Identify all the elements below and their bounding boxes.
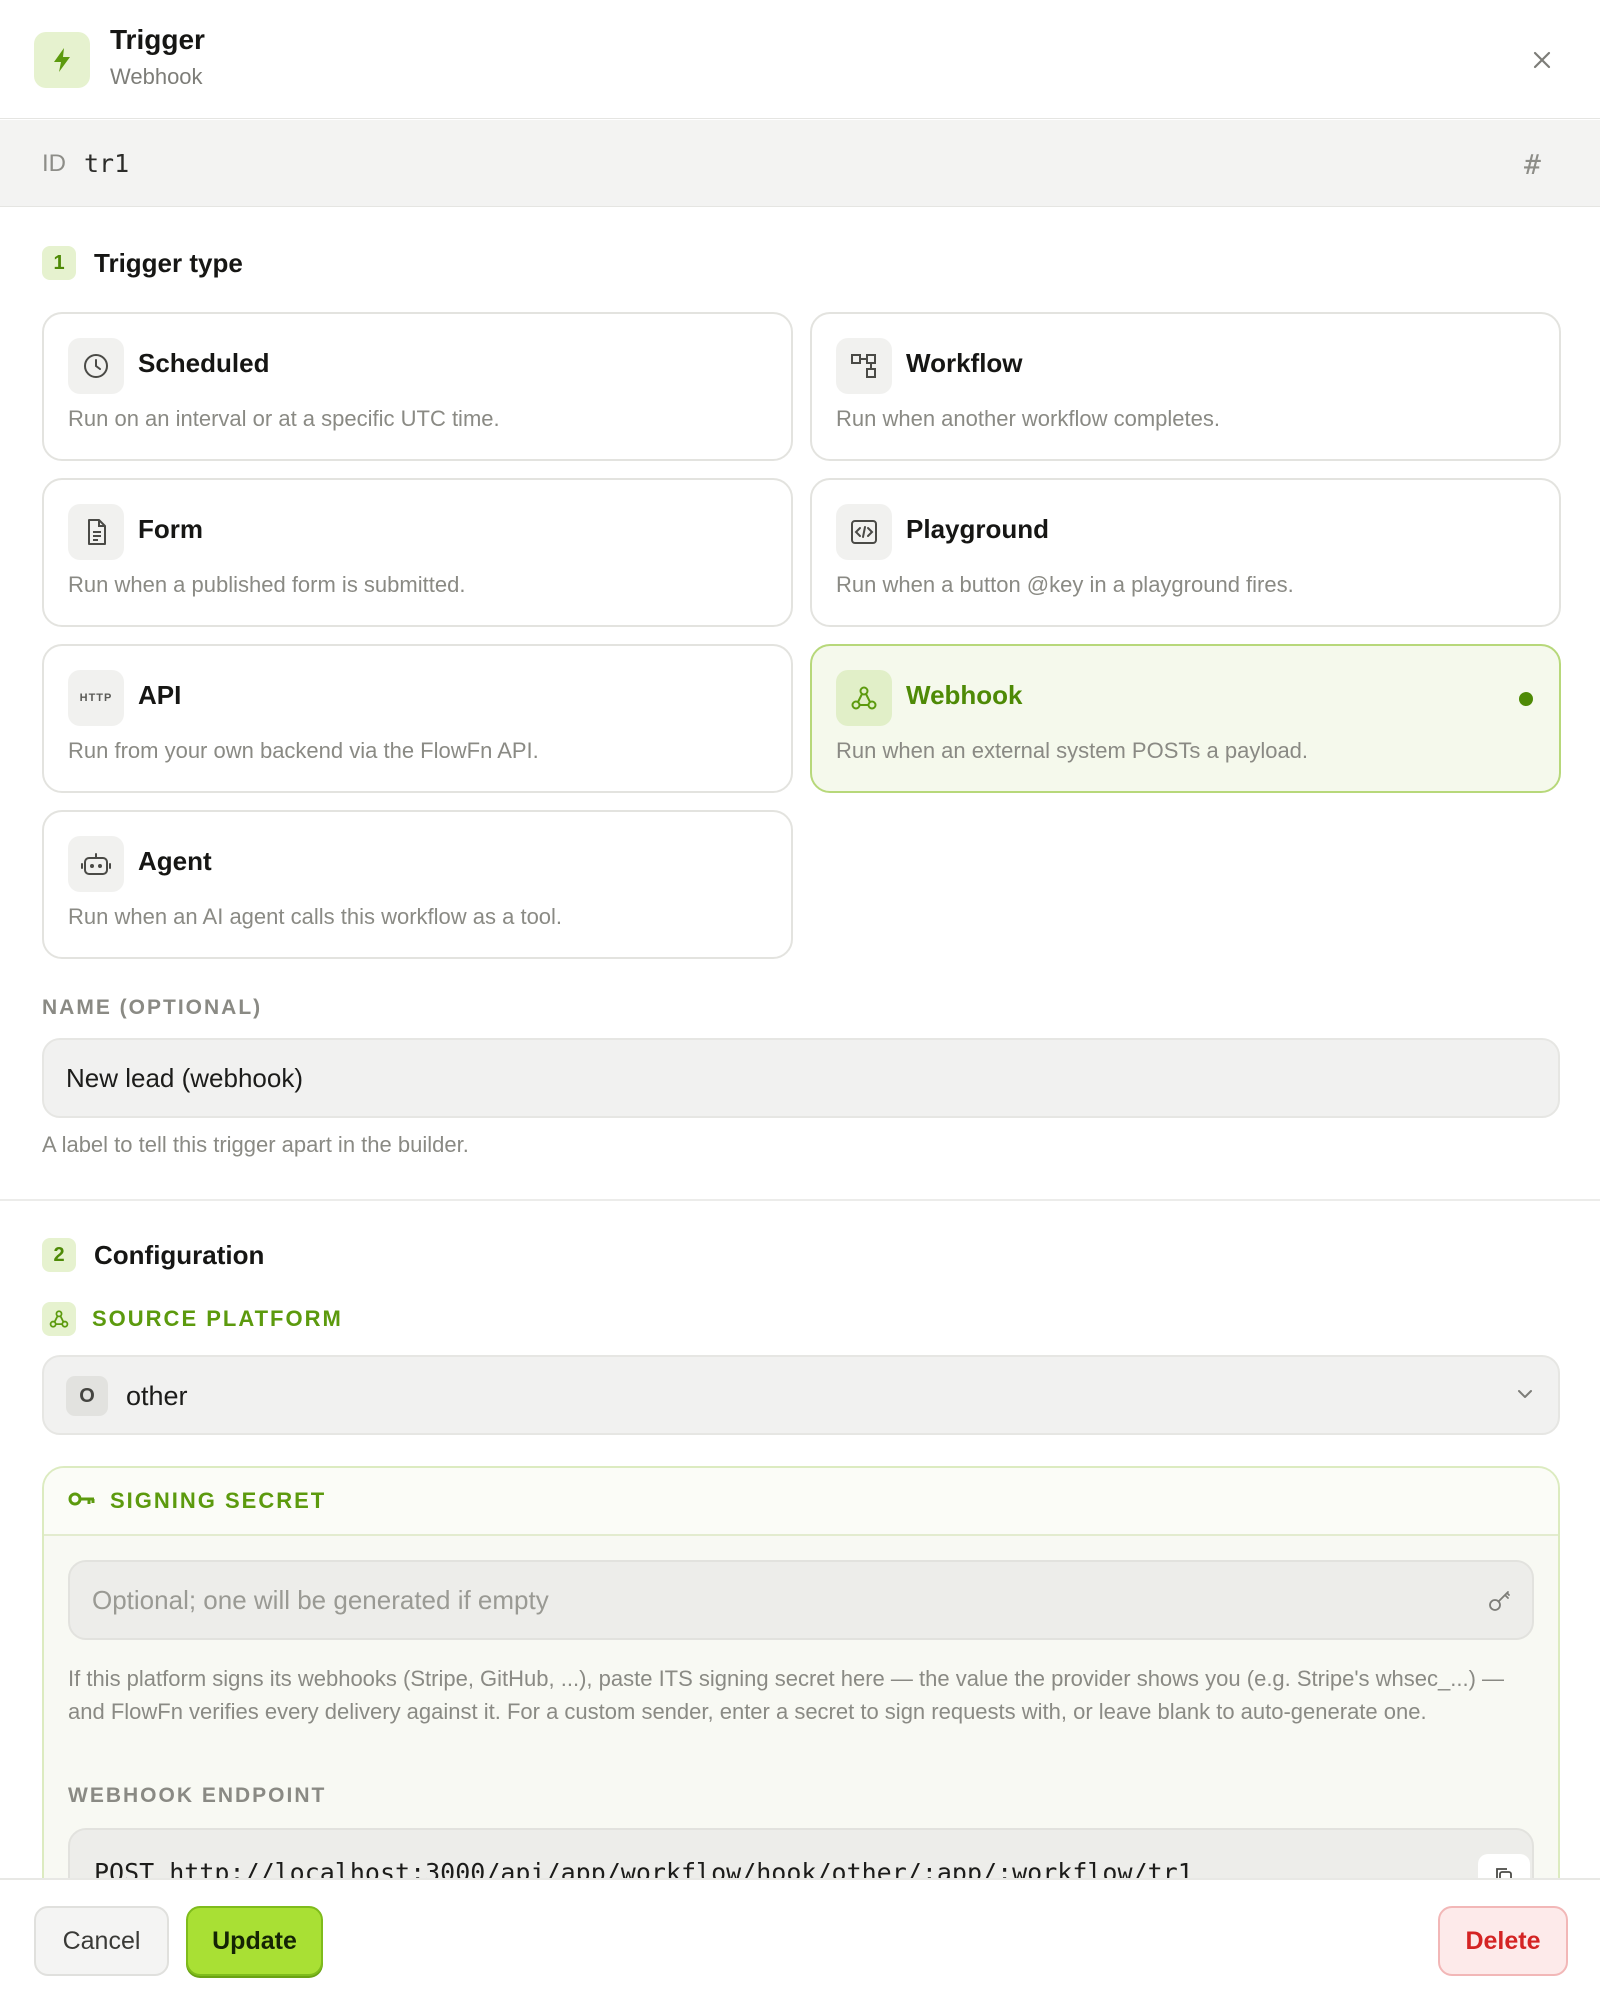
- delete-button[interactable]: Delete: [1438, 1906, 1568, 1976]
- id-bar: ID tr1 #: [0, 120, 1600, 207]
- source-platform-text: SOURCE PLATFORM: [92, 1306, 343, 1331]
- card-description: Run when an external system POSTs a payl…: [836, 738, 1309, 763]
- section-title: Trigger type: [94, 247, 243, 278]
- trigger-type-playground[interactable]: Playground Run when a button @key in a p…: [810, 478, 1561, 627]
- trigger-type-workflow[interactable]: Workflow Run when another workflow compl…: [810, 312, 1561, 461]
- card-title: Form: [138, 514, 203, 544]
- signing-secret-label: SIGNING SECRET: [110, 1488, 327, 1513]
- id-value[interactable]: tr1: [84, 149, 129, 178]
- card-description: Run from your own backend via the FlowFn…: [68, 738, 539, 763]
- code-icon: [836, 504, 892, 560]
- http-icon-text: HTTP: [79, 692, 113, 704]
- name-input[interactable]: [42, 1038, 1560, 1118]
- card-description: Run on an interval or at a specific UTC …: [68, 406, 500, 431]
- card-description: Run when an AI agent calls this workflow…: [68, 904, 563, 929]
- name-label: NAME (OPTIONAL): [42, 996, 263, 1019]
- document-icon: [68, 504, 124, 560]
- trigger-type-webhook[interactable]: Webhook Run when an external system POST…: [810, 644, 1561, 793]
- platform-badge: O: [66, 1376, 108, 1416]
- selected-indicator: [1519, 692, 1533, 706]
- signing-secret-input[interactable]: [68, 1560, 1534, 1640]
- key-icon: [68, 1489, 96, 1514]
- card-title: Agent: [138, 846, 212, 876]
- section-number: 2: [42, 1238, 76, 1272]
- source-platform-select[interactable]: O other: [42, 1355, 1560, 1435]
- cancel-button[interactable]: Cancel: [34, 1906, 169, 1976]
- drawer-header: Trigger Webhook: [0, 0, 1600, 119]
- card-title: API: [138, 680, 182, 710]
- webhook-endpoint-label: WEBHOOK ENDPOINT: [68, 1784, 327, 1807]
- signing-secret-help: If this platform signs its webhooks (Str…: [68, 1666, 1505, 1724]
- card-title: Playground: [906, 514, 1050, 544]
- trigger-type-api[interactable]: HTTP API Run from your own backend via t…: [42, 644, 793, 793]
- card-description: Run when another workflow completes.: [836, 406, 1220, 431]
- http-icon: HTTP: [68, 670, 124, 726]
- webhook-icon: [836, 670, 892, 726]
- card-title: Scheduled: [138, 348, 270, 378]
- id-label: ID: [42, 150, 66, 177]
- webhook-icon: [42, 1302, 76, 1336]
- section-title: Configuration: [94, 1239, 265, 1270]
- bolt-icon: [34, 32, 90, 88]
- drawer-title: Trigger: [110, 24, 205, 55]
- section-trigger-type-header: 1 Trigger type: [42, 246, 243, 280]
- workflow-icon: [836, 338, 892, 394]
- clock-icon: [68, 338, 124, 394]
- signing-secret-header: SIGNING SECRET: [44, 1468, 1558, 1536]
- drawer-footer: Cancel Update Delete: [0, 1878, 1600, 2000]
- card-title: Workflow: [906, 348, 1023, 378]
- update-button[interactable]: Update: [186, 1906, 323, 1976]
- platform-value: other: [126, 1381, 188, 1411]
- source-platform-label: SOURCE PLATFORM: [42, 1302, 343, 1336]
- close-icon[interactable]: [1526, 44, 1558, 76]
- hash-icon[interactable]: #: [1524, 148, 1541, 181]
- chevron-down-icon: [1514, 1383, 1536, 1410]
- generate-key-icon[interactable]: [1484, 1584, 1516, 1616]
- trigger-type-form[interactable]: Form Run when a published form is submit…: [42, 478, 793, 627]
- section-divider: [0, 1199, 1600, 1201]
- name-hint: A label to tell this trigger apart in th…: [42, 1132, 469, 1157]
- card-description: Run when a published form is submitted.: [68, 572, 466, 597]
- section-number: 1: [42, 246, 76, 280]
- trigger-type-scheduled[interactable]: Scheduled Run on an interval or at a spe…: [42, 312, 793, 461]
- section-configuration-header: 2 Configuration: [42, 1238, 264, 1272]
- robot-icon: [68, 836, 124, 892]
- card-description: Run when a button @key in a playground f…: [836, 572, 1294, 597]
- card-title: Webhook: [906, 680, 1023, 710]
- trigger-type-agent[interactable]: Agent Run when an AI agent calls this wo…: [42, 810, 793, 959]
- drawer-subtitle: Webhook: [110, 64, 203, 89]
